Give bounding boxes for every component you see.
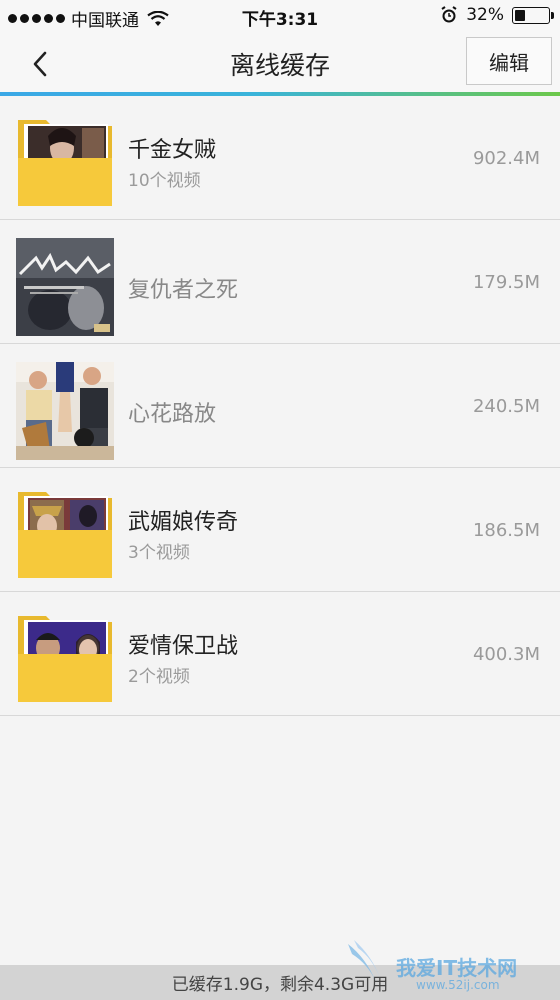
item-size: 179.5M [472, 272, 540, 293]
battery-level-fill [515, 9, 526, 21]
battery-percent: 32% [466, 5, 504, 25]
folder-thumbnail [16, 610, 114, 708]
battery-icon [512, 6, 554, 24]
item-title: 千金女贼 [128, 138, 217, 163]
folder-icon [18, 616, 112, 702]
edit-button[interactable]: 编辑 [466, 37, 552, 85]
list-item[interactable]: 武媚娘传奇 3个视频 186.5M [0, 468, 560, 592]
item-video-count: 3个视频 [128, 543, 190, 563]
folder-thumbnail [16, 486, 114, 584]
item-title: 心花路放 [128, 402, 217, 427]
list-item[interactable]: 复仇者之死 179.5M [0, 220, 560, 344]
list-item[interactable]: 爱情保卫战 2个视频 400.3M [0, 592, 560, 716]
item-size: 240.5M [472, 396, 540, 417]
poster-thumbnail [16, 362, 114, 460]
item-title: 复仇者之死 [128, 278, 239, 303]
storage-footer: 已缓存1.9G，剩余4.3G可用 [0, 965, 560, 1000]
storage-info-text: 已缓存1.9G，剩余4.3G可用 [171, 975, 389, 995]
item-size: 186.5M [472, 520, 540, 541]
offline-cache-list: 千金女贼 10个视频 902.4M 复仇者之死 179.5M 心花路放 240.… [0, 96, 560, 716]
list-item[interactable]: 心花路放 240.5M [0, 344, 560, 468]
movie-poster-image [16, 238, 114, 336]
item-title: 武媚娘传奇 [128, 510, 239, 535]
movie-poster-image [16, 362, 114, 460]
status-bar: 中国联通 下午3:31 32% [0, 0, 560, 32]
navigation-bar: 离线缓存 编辑 [0, 32, 560, 94]
alarm-icon [441, 6, 457, 23]
status-right: 32% [440, 5, 554, 25]
item-title: 爱情保卫战 [128, 634, 239, 659]
folder-icon [18, 492, 112, 578]
folder-thumbnail [16, 114, 114, 212]
item-video-count: 2个视频 [128, 667, 190, 687]
item-size: 902.4M [472, 148, 540, 169]
poster-thumbnail [16, 238, 114, 336]
item-size: 400.3M [472, 644, 540, 665]
folder-icon [18, 120, 112, 206]
list-item[interactable]: 千金女贼 10个视频 902.4M [0, 96, 560, 220]
item-video-count: 10个视频 [128, 171, 201, 191]
